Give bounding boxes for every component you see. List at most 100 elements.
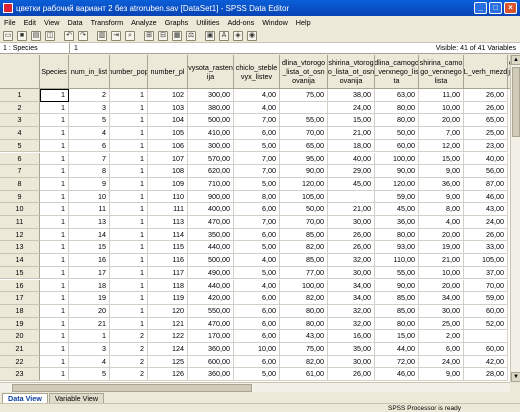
column-header-shirina-camogo-verxnego-lista[interactable]: shirina_camo go_verxnego lista [419,55,464,89]
menu-utilities[interactable]: Utilities [196,18,219,27]
data-cell[interactable]: 30,00 [328,355,375,369]
data-cell[interactable]: 59,00 [464,292,508,305]
data-cell[interactable]: 103 [148,101,188,115]
data-cell[interactable]: 77,00 [280,266,328,280]
row-header[interactable]: 13 [0,241,40,255]
row-header[interactable]: 3 [0,114,40,128]
menu-view[interactable]: View [44,18,59,27]
row-header[interactable]: 23 [0,368,40,382]
menu-data[interactable]: Data [67,18,82,27]
data-cell[interactable]: 121 [148,317,188,331]
maximize-button[interactable]: □ [489,2,502,14]
data-cell[interactable]: 8 [69,165,110,178]
data-cell[interactable]: 6,00 [234,330,280,343]
data-cell[interactable]: 120,00 [375,177,419,191]
data-cell[interactable]: 7,00 [234,216,280,229]
data-cell[interactable]: 85,00 [280,228,328,242]
data-cell[interactable]: 1 [110,216,148,229]
data-cell[interactable]: 46,00 [375,368,419,382]
data-cell[interactable]: 110,00 [375,254,419,267]
data-cell[interactable]: 36,00 [375,216,419,229]
data-cell[interactable]: 600,00 [188,355,234,369]
data-cell[interactable]: 5,00 [234,139,280,153]
data-cell[interactable]: 44,00 [375,343,419,356]
data-cell[interactable]: 11 [69,203,110,216]
redo-icon[interactable]: ↷ [78,30,88,41]
data-cell[interactable]: 440,00 [188,241,234,255]
data-cell[interactable]: 1 [69,330,110,343]
insert-variable-icon[interactable]: ⊟ [158,30,168,41]
data-cell[interactable]: 105 [148,127,188,140]
data-cell[interactable]: 26,00 [464,101,508,115]
data-cell[interactable]: 25,00 [419,317,464,331]
row-header[interactable]: 14 [0,254,40,267]
data-cell[interactable]: 60,00 [464,343,508,356]
print-icon[interactable]: ▤ [31,30,41,41]
data-cell[interactable]: 20,00 [419,228,464,242]
data-cell[interactable]: 7 [69,152,110,166]
data-cell[interactable]: 25,00 [464,127,508,140]
data-cell[interactable]: 1 [40,203,69,216]
data-cell[interactable]: 21 [69,317,110,331]
data-cell[interactable]: 1 [110,152,148,166]
data-cell[interactable]: 111 [148,203,188,216]
data-cell[interactable]: 80,00 [375,228,419,242]
split-file-icon[interactable]: ▦ [172,30,182,41]
data-cell[interactable]: 18 [69,279,110,293]
data-cell[interactable]: 80,00 [375,114,419,128]
data-cell[interactable]: 1 [110,203,148,216]
row-header[interactable]: 8 [0,177,40,191]
data-cell[interactable]: 34,00 [328,279,375,293]
save-icon[interactable]: ■ [17,30,27,41]
data-cell[interactable]: 300,00 [188,139,234,153]
data-cell[interactable]: 1 [110,89,148,102]
data-cell[interactable]: 70,00 [280,216,328,229]
data-cell[interactable]: 126 [148,368,188,382]
data-cell[interactable]: 3 [69,343,110,356]
data-cell[interactable]: 60,00 [464,304,508,318]
data-cell[interactable]: 7,00 [234,152,280,166]
data-cell[interactable]: 82,00 [280,241,328,255]
data-cell[interactable]: 350,00 [188,228,234,242]
find-icon[interactable]: ⌕ [125,30,135,41]
data-cell[interactable]: 15,00 [328,114,375,128]
data-cell[interactable]: 63,00 [375,89,419,102]
data-cell[interactable]: 1 [110,114,148,128]
data-cell[interactable]: 11,00 [419,89,464,102]
data-cell[interactable]: 43,00 [464,203,508,216]
data-cell[interactable]: 420,00 [188,292,234,305]
data-cell[interactable]: 90,00 [280,165,328,178]
data-cell[interactable]: 7,00 [234,165,280,178]
data-cell[interactable]: 300,00 [188,89,234,102]
data-cell[interactable] [328,190,375,204]
column-header-species[interactable]: Species [40,55,69,89]
data-cell[interactable]: 470,00 [188,317,234,331]
data-cell[interactable]: 95,00 [280,152,328,166]
row-header[interactable]: 15 [0,266,40,280]
data-cell[interactable]: 4,00 [234,101,280,115]
data-cell[interactable]: 410,00 [188,127,234,140]
data-cell[interactable]: 1 [40,304,69,318]
data-cell[interactable]: 23,00 [464,139,508,153]
data-cell[interactable]: 15,00 [375,330,419,343]
data-cell[interactable]: 24,00 [419,355,464,369]
data-cell[interactable]: 40,00 [464,152,508,166]
data-cell[interactable]: 2 [69,89,110,102]
weight-cases-icon[interactable]: ⚖ [186,30,196,41]
data-cell[interactable]: 32,00 [328,304,375,318]
data-cell[interactable]: 19 [69,292,110,305]
select-cases-icon[interactable]: ▣ [205,30,215,41]
data-cell[interactable]: 40,00 [328,152,375,166]
data-cell[interactable]: 45,00 [328,177,375,191]
data-cell[interactable]: 9 [69,177,110,191]
menu-transform[interactable]: Transform [91,18,123,27]
data-cell[interactable]: 490,00 [188,266,234,280]
vertical-scrollbar[interactable]: ▲ ▼ [510,55,520,382]
row-header[interactable]: 4 [0,127,40,140]
data-cell[interactable]: 80,00 [375,101,419,115]
goto-case-icon[interactable]: ⇥ [111,30,121,41]
data-cell[interactable]: 75,00 [280,343,328,356]
data-cell[interactable]: 50,00 [280,203,328,216]
data-cell[interactable]: 1 [40,254,69,267]
data-cell[interactable]: 1 [110,101,148,115]
